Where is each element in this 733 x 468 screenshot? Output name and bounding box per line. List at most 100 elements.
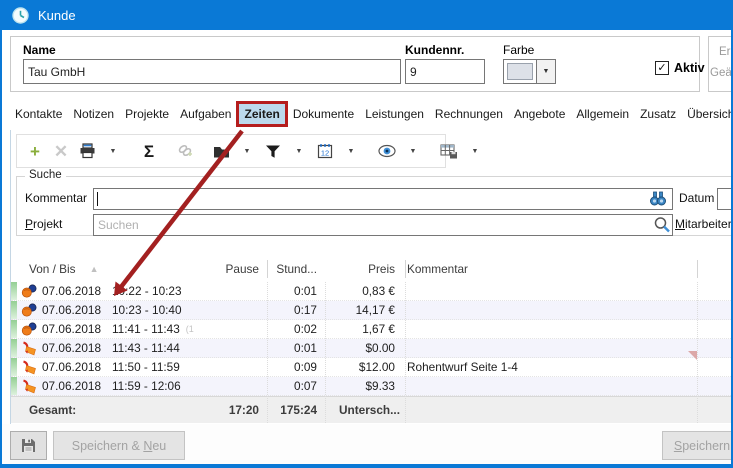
save-button[interactable]: Speichern bbox=[662, 431, 733, 460]
color-caret-button[interactable]: ▼ bbox=[537, 59, 556, 84]
binoculars-icon[interactable] bbox=[649, 190, 667, 208]
tab-allgemein[interactable]: Allgemein bbox=[571, 102, 634, 126]
calendar-button[interactable]: 12 bbox=[313, 138, 337, 164]
filter-icon bbox=[265, 144, 281, 159]
chevron-down-icon: ▼ bbox=[293, 148, 306, 155]
flag-swoosh-icon bbox=[21, 379, 38, 394]
folder-button[interactable] bbox=[209, 138, 233, 164]
row-state-strip bbox=[11, 339, 17, 357]
column-header-vonbis[interactable]: Von / Bis ▲ bbox=[21, 262, 211, 276]
folder-dropdown-button[interactable]: ▼ bbox=[235, 138, 259, 164]
tab-projekte[interactable]: Projekte bbox=[120, 102, 174, 126]
meta-created-label: Er bbox=[719, 46, 731, 58]
color-swatch-button[interactable] bbox=[503, 59, 537, 84]
projekt-search-input[interactable] bbox=[93, 214, 673, 236]
grid-dropdown-button[interactable]: ▼ bbox=[463, 138, 487, 164]
save-and-new-button[interactable]: Speichern & Neu bbox=[53, 431, 185, 460]
name-label: Name bbox=[23, 43, 56, 57]
table-row[interactable]: 07.06.201810:23 - 10:400:1714,17 € bbox=[11, 301, 733, 320]
row-state-strip bbox=[11, 301, 17, 319]
farbe-label: Farbe bbox=[503, 43, 534, 57]
timer-balls-icon bbox=[21, 284, 38, 299]
row-time-range: 11:59 - 12:06 bbox=[112, 379, 181, 393]
text-cursor bbox=[97, 192, 98, 206]
cell-vonbis: 07.06.201811:59 - 12:06 bbox=[21, 379, 211, 394]
mitarbeiter-label: Mitarbeiter bbox=[675, 217, 732, 231]
link-button[interactable] bbox=[173, 138, 197, 164]
search-legend: Suche bbox=[25, 169, 66, 181]
column-separator bbox=[267, 260, 268, 278]
table-save-icon bbox=[440, 143, 458, 159]
tab-zeiten[interactable]: Zeiten bbox=[236, 101, 287, 127]
column-separator bbox=[267, 282, 269, 423]
table-header-row[interactable]: Von / Bis ▲ Pause Stund... Preis Komment… bbox=[11, 256, 733, 282]
print-dropdown-button[interactable]: ▼ bbox=[101, 138, 125, 164]
column-header-preis[interactable]: Preis bbox=[317, 262, 395, 276]
search-groupbox: Suche Kommentar Datum Projekt Mitarbeite… bbox=[16, 176, 733, 236]
tab-rechnungen[interactable]: Rechnungen bbox=[430, 102, 508, 126]
tab-dokumente[interactable]: Dokumente bbox=[288, 102, 359, 126]
cell-preis: 0,83 € bbox=[317, 284, 395, 298]
tab-bar: KontakteNotizenProjekteAufgabenZeitenDok… bbox=[10, 99, 733, 129]
cell-preis: $0.00 bbox=[317, 341, 395, 355]
cell-preis: $9.33 bbox=[317, 379, 395, 393]
row-date: 07.06.2018 bbox=[42, 284, 108, 298]
projekt-search-label: Projekt bbox=[25, 217, 62, 231]
datum-input[interactable] bbox=[717, 188, 733, 210]
tab-übersicht[interactable]: Übersicht bbox=[682, 102, 733, 126]
column-header-pause[interactable]: Pause bbox=[211, 262, 259, 276]
chevron-down-icon: ▼ bbox=[241, 148, 254, 155]
table-row[interactable]: 07.06.201810:22 - 10:230:010,83 € bbox=[11, 282, 733, 301]
footer-gesamt-label: Gesamt: bbox=[21, 403, 211, 417]
check-icon: ✓ bbox=[657, 62, 666, 74]
row-date: 07.06.2018 bbox=[42, 360, 108, 374]
grid-layout-button[interactable] bbox=[437, 138, 461, 164]
filter-dropdown-button[interactable]: ▼ bbox=[287, 138, 311, 164]
comment-marker bbox=[688, 351, 697, 360]
chevron-down-icon: ▼ bbox=[469, 148, 482, 155]
kommentar-search-input[interactable] bbox=[93, 188, 673, 210]
table-row[interactable]: 07.06.201811:59 - 12:060:07$9.33 bbox=[11, 377, 733, 396]
link-icon bbox=[177, 143, 193, 159]
row-date: 07.06.2018 bbox=[42, 341, 108, 355]
view-dropdown-button[interactable]: ▼ bbox=[401, 138, 425, 164]
row-time-range: 10:23 - 10:40 bbox=[112, 303, 182, 317]
row-time-range: 10:22 - 10:23 bbox=[112, 284, 182, 298]
tab-zusatz[interactable]: Zusatz bbox=[635, 102, 681, 126]
kundennr-field[interactable] bbox=[405, 59, 485, 84]
plus-icon: + bbox=[30, 143, 40, 160]
filter-button[interactable] bbox=[261, 138, 285, 164]
name-field[interactable] bbox=[23, 59, 401, 84]
row-state-strip bbox=[11, 282, 17, 300]
column-header-kommentar[interactable]: Kommentar bbox=[395, 262, 687, 276]
sum-button[interactable]: Σ bbox=[137, 138, 161, 164]
column-separator bbox=[405, 282, 407, 423]
footer-pause-total: 17:20 bbox=[211, 403, 259, 417]
print-button[interactable] bbox=[75, 138, 99, 164]
row-date: 07.06.2018 bbox=[42, 322, 108, 336]
row-date: 07.06.2018 bbox=[42, 303, 108, 317]
calendar-dropdown-button[interactable]: ▼ bbox=[339, 138, 363, 164]
view-button[interactable] bbox=[375, 138, 399, 164]
column-separator bbox=[697, 260, 698, 278]
search-icon[interactable] bbox=[653, 216, 671, 234]
table-row[interactable]: 07.06.201811:50 - 11:590:09$12.00Rohentw… bbox=[11, 358, 733, 377]
add-button[interactable]: + bbox=[23, 138, 47, 164]
table-row[interactable]: 07.06.201811:43 - 11:440:01$0.00 bbox=[11, 339, 733, 358]
tab-kontakte[interactable]: Kontakte bbox=[10, 102, 67, 126]
tab-notizen[interactable]: Notizen bbox=[68, 102, 119, 126]
row-state-strip bbox=[11, 320, 17, 338]
farbe-dropdown[interactable]: ▼ bbox=[503, 59, 556, 84]
footer-preis-total: Untersch... bbox=[317, 403, 395, 417]
tab-leistungen[interactable]: Leistungen bbox=[360, 102, 429, 126]
title-bar: Kunde bbox=[2, 0, 731, 30]
column-separator bbox=[405, 260, 406, 278]
sort-ascending-icon: ▲ bbox=[90, 264, 99, 274]
tab-angebote[interactable]: Angebote bbox=[509, 102, 570, 126]
delete-button[interactable]: ✕ bbox=[49, 138, 73, 164]
cell-preis: 1,67 € bbox=[317, 322, 395, 336]
tab-aufgaben[interactable]: Aufgaben bbox=[175, 102, 236, 126]
aktiv-checkbox[interactable]: ✓ bbox=[655, 61, 669, 75]
save-icon-button[interactable] bbox=[10, 431, 47, 460]
table-row[interactable]: 07.06.201811:41 - 11:43(10:021,67 € bbox=[11, 320, 733, 339]
